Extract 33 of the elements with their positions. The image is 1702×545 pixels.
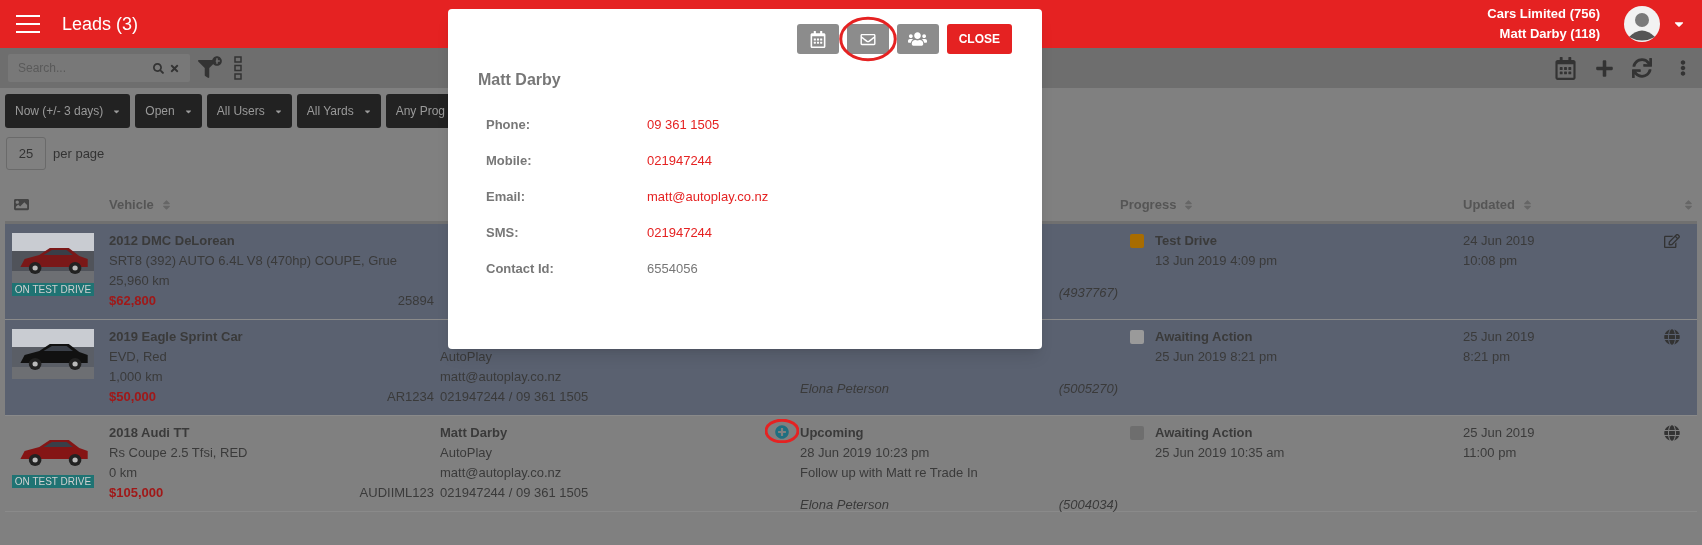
page-title: Leads (3)	[62, 12, 139, 36]
follow-up-status: Upcoming	[800, 424, 865, 442]
field-value: 6554056	[647, 260, 698, 278]
vehicle-price: $50,000	[109, 388, 156, 406]
vehicle-price: $62,800	[109, 292, 156, 310]
progress-date: 25 Jun 2019 10:35 am	[1155, 444, 1285, 462]
dialog-title: Matt Darby	[478, 70, 562, 90]
vehicle-title: 2018 Audi TT	[109, 424, 191, 442]
field-label: Contact Id:	[486, 260, 555, 278]
user-name: Matt Darby (118)	[1499, 25, 1600, 43]
field-label: Mobile:	[486, 152, 533, 170]
follow-up-id: (5004034)	[1058, 496, 1118, 514]
contact-company: AutoPlay	[440, 444, 494, 462]
per-page-label: per page	[53, 144, 105, 163]
updated-date: 25 Jun 2019	[1463, 424, 1536, 442]
vehicle-mileage: 0 km	[109, 464, 139, 482]
stock-number: AUDIIML123	[359, 484, 434, 502]
status-tag: ON TEST DRIVE	[12, 475, 94, 488]
follow-up-note: Follow up with Matt re Trade In	[800, 464, 979, 482]
follow-up-user: Elona Peterson	[800, 496, 889, 514]
account-name: Cars Limited (756)	[1487, 5, 1600, 23]
contact-name: Matt Darby	[440, 424, 509, 442]
progress-stage: Awaiting Action	[1155, 424, 1254, 442]
contact-email: matt@autoplay.co.nz	[440, 464, 563, 482]
updated-time: 11:00 pm	[1463, 444, 1518, 462]
follow-up-date: 28 Jun 2019 10:23 pm	[800, 444, 931, 462]
vehicle-price: $105,000	[109, 484, 164, 502]
status-tag: ON TEST DRIVE	[12, 283, 94, 296]
vehicle-spec: Rs Coupe 2.5 Tfsi, RED	[109, 444, 249, 462]
field-label: Phone:	[486, 116, 532, 134]
contact-phones: 021947244 / 09 361 1505	[440, 484, 590, 502]
field-label: SMS:	[486, 224, 520, 242]
field-label: Email:	[486, 188, 526, 206]
